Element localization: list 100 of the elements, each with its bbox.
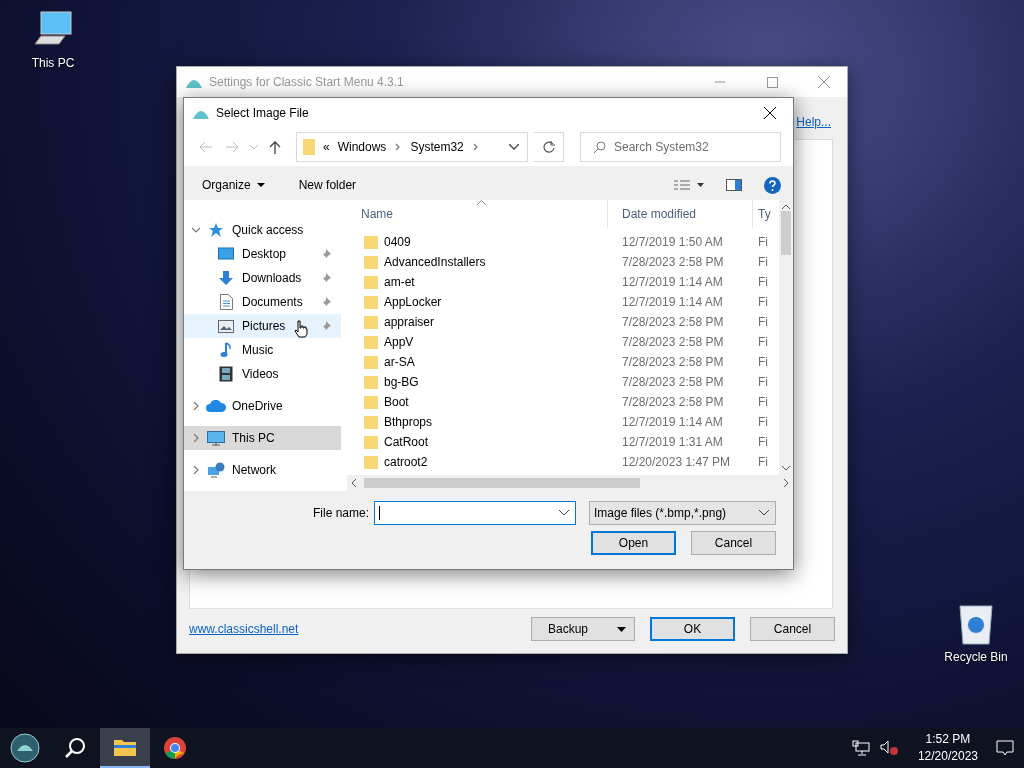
open-button[interactable]: Open <box>591 531 676 555</box>
date-cell-text: 7/28/2023 2:58 PM <box>621 355 725 369</box>
search-input[interactable]: Search System32 <box>614 133 780 161</box>
sort-caret-icon <box>477 200 486 205</box>
folder-icon <box>113 737 137 757</box>
taskbar-button[interactable] <box>100 728 150 768</box>
film-icon <box>219 366 233 382</box>
date-cell-text: 12/7/2019 1:14 AM <box>621 295 724 309</box>
scrollbar-thumb[interactable] <box>364 478 640 488</box>
hand-cursor-icon <box>294 320 308 338</box>
file-name-cell[interactable]: am-et <box>347 275 608 289</box>
chevron-icon[interactable] <box>192 434 200 442</box>
folder-icon <box>364 435 378 449</box>
nav-item[interactable]: OneDrive <box>184 394 341 418</box>
maximize-icon[interactable] <box>766 76 778 88</box>
shell-orb-icon <box>10 733 40 763</box>
help-link[interactable]: Help... <box>796 115 831 129</box>
organize-button[interactable]: Organize <box>196 174 271 196</box>
dialog-title: Select Image File <box>216 106 310 120</box>
scroll-left-icon[interactable] <box>351 479 356 487</box>
desktop-icon <box>218 247 234 261</box>
refresh-button[interactable] <box>534 132 564 162</box>
folder-icon <box>364 455 378 469</box>
column-header[interactable]: Ty <box>753 200 779 228</box>
nav-item[interactable]: Downloads <box>184 266 341 290</box>
file-name-cell[interactable]: AppLocker <box>347 295 608 309</box>
muted-speaker-icon[interactable] <box>879 740 900 756</box>
help-icon[interactable] <box>764 176 781 194</box>
file-name-cell[interactable]: bg-BG <box>347 375 608 389</box>
clock[interactable]: 1:52 PM 12/20/2023 <box>909 731 986 765</box>
scrollbar-thumb[interactable] <box>781 211 791 255</box>
nav-item[interactable]: Pictures <box>184 314 341 338</box>
column-header[interactable]: Date modified <box>608 200 753 228</box>
type-cell-text: Fi <box>757 415 769 429</box>
file-name-cell[interactable]: ar-SA <box>347 355 608 369</box>
new-folder-button[interactable]: New folder <box>292 174 363 196</box>
file-name-cell[interactable]: Boot <box>347 395 608 409</box>
recycle-bin-icon[interactable] <box>956 602 996 646</box>
chevron-down-icon[interactable] <box>559 510 569 516</box>
folder-icon <box>364 275 378 289</box>
scroll-down-icon[interactable] <box>782 466 790 471</box>
file-name-cell[interactable]: Bthprops <box>347 415 608 429</box>
breadcrumb-item[interactable]: Windows <box>337 140 387 154</box>
network-icon[interactable] <box>851 740 870 756</box>
folder-icon <box>364 255 378 269</box>
preview-pane-icon[interactable] <box>726 179 742 191</box>
search-field[interactable]: Search System32 <box>580 132 781 162</box>
browser-logo-icon <box>163 736 187 760</box>
ok-button[interactable]: OK <box>650 617 735 641</box>
file-name-field[interactable] <box>374 501 576 525</box>
backup-button[interactable]: Backup <box>531 617 635 641</box>
address-bar[interactable]: « Windows System32 <box>296 132 528 162</box>
nav-item[interactable]: Quick access <box>184 218 341 242</box>
file-name-cell[interactable]: CatRoot <box>347 435 608 449</box>
file-name-cell[interactable]: AdvancedInstallers <box>347 255 608 269</box>
scroll-right-icon[interactable] <box>784 479 789 487</box>
date-cell-text: 12/7/2019 1:31 AM <box>621 435 724 449</box>
date-cell-text: 12/7/2019 1:14 AM <box>621 275 724 289</box>
file-name-cell[interactable]: appraiser <box>347 315 608 329</box>
cancel-button[interactable]: Cancel <box>691 531 776 555</box>
folder-icon <box>364 335 378 349</box>
column-header[interactable]: Name <box>347 200 608 228</box>
nav-item[interactable]: Videos <box>184 362 341 386</box>
document-icon <box>219 294 233 310</box>
music-note-icon <box>220 342 232 358</box>
nav-item[interactable]: Documents <box>184 290 341 314</box>
type-cell-text: Fi <box>757 275 769 289</box>
star-icon <box>208 222 224 238</box>
caret-icon <box>256 183 265 187</box>
folder-icon <box>364 295 378 309</box>
notification-icon[interactable] <box>996 740 1014 756</box>
nav-item[interactable]: Music <box>184 338 341 362</box>
chevron-icon[interactable] <box>471 143 480 151</box>
type-cell-text: Fi <box>757 395 769 409</box>
chevron-down-icon <box>759 510 769 516</box>
chevron-down-icon[interactable] <box>509 144 519 150</box>
file-type-dropdown[interactable]: Image files (*.bmp,*.png) <box>589 501 776 525</box>
desktop-icon-label[interactable]: This PC <box>31 56 75 70</box>
chevron-icon[interactable] <box>192 226 200 234</box>
up-arrow-icon[interactable] <box>269 140 281 154</box>
chevron-icon[interactable] <box>192 466 200 474</box>
date-cell-text: 12/7/2019 1:50 AM <box>621 235 724 249</box>
type-cell-text: Fi <box>757 375 769 389</box>
desktop-icon-label[interactable]: Recycle Bin <box>944 650 1008 664</box>
close-icon[interactable] <box>764 107 776 119</box>
breadcrumb-item[interactable]: System32 <box>410 140 464 154</box>
file-name-cell[interactable]: AppV <box>347 335 608 349</box>
website-link[interactable]: www.classicshell.net <box>189 622 516 636</box>
cancel-button[interactable]: Cancel <box>750 617 835 641</box>
view-list-icon[interactable] <box>674 180 704 190</box>
date-cell-text: 7/28/2023 2:58 PM <box>621 375 725 389</box>
nav-item[interactable]: Network <box>184 458 341 482</box>
nav-item[interactable]: Desktop <box>184 242 341 266</box>
file-name-cell[interactable]: 0409 <box>347 235 608 249</box>
scroll-up-icon[interactable] <box>782 204 790 209</box>
chevron-icon[interactable] <box>192 402 200 410</box>
horizontal-scrollbar[interactable] <box>347 475 793 491</box>
breadcrumb-overflow[interactable]: « <box>323 140 330 154</box>
nav-item[interactable]: This PC <box>184 426 341 450</box>
file-name-cell[interactable]: catroot2 <box>347 455 608 469</box>
